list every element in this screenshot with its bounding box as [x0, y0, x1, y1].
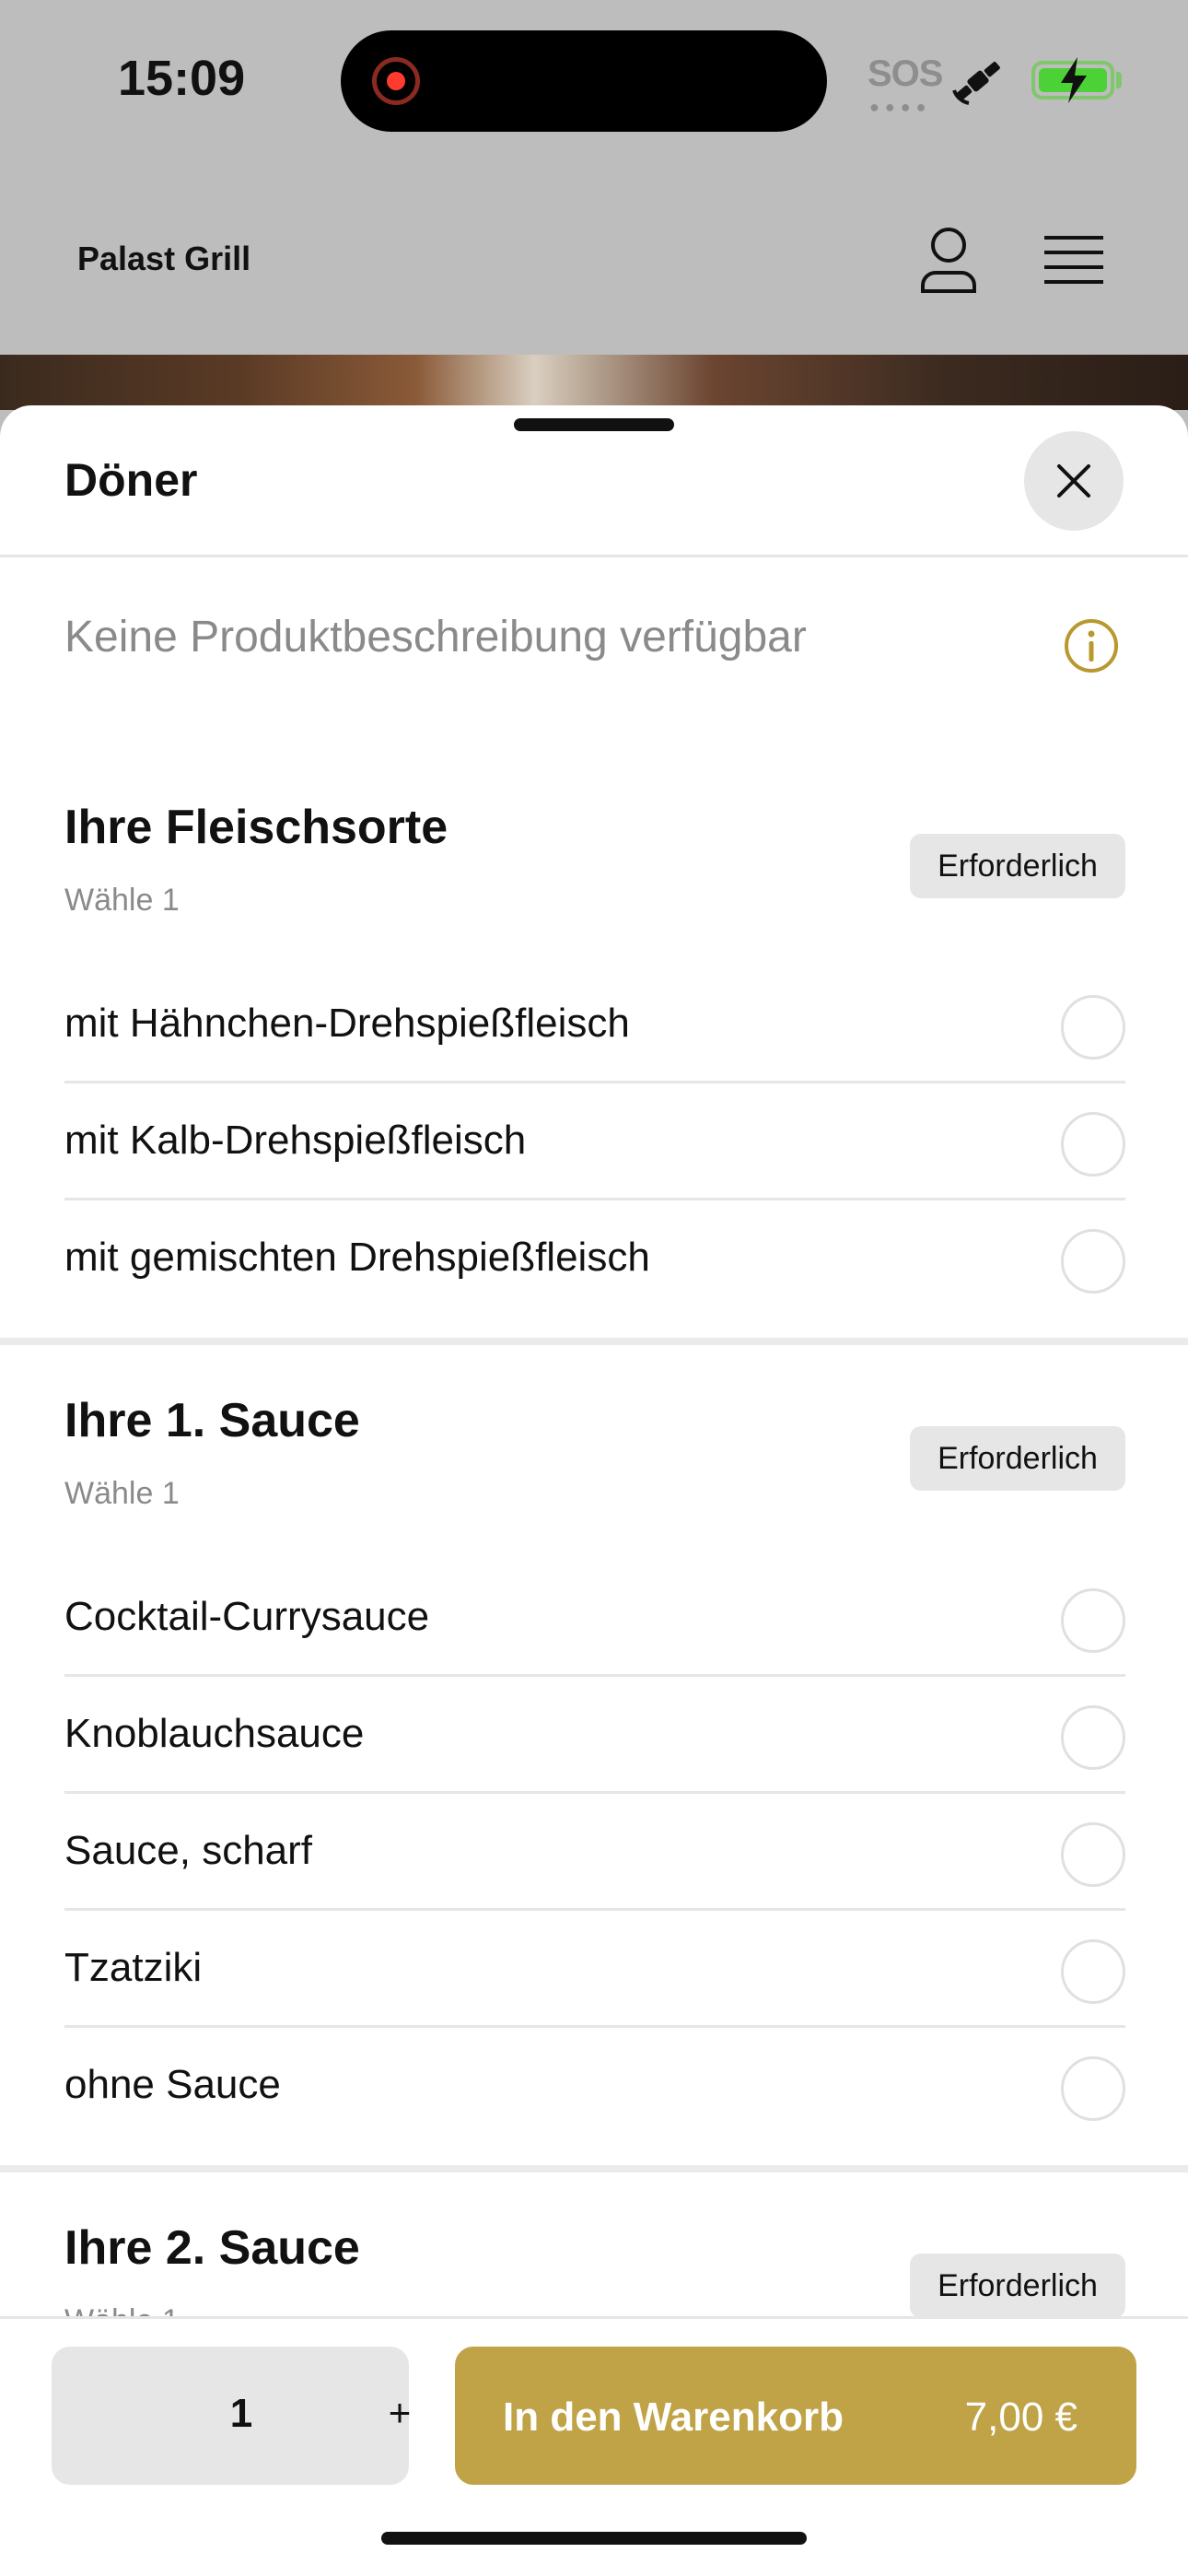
divider	[64, 1081, 1125, 1083]
product-title: Döner	[64, 454, 198, 506]
satellite-icon	[952, 61, 1000, 105]
option-row[interactable]: mit gemischten Drehspießfleisch	[64, 1201, 1125, 1317]
brand-name[interactable]: Palast Grill	[77, 240, 250, 278]
option-label: Knoblauchsauce	[64, 1711, 365, 1756]
app-header: Palast Grill	[0, 166, 1188, 355]
option-row[interactable]: Cocktail-Currysauce	[64, 1561, 1125, 1677]
sos-indicator: SOS	[868, 53, 943, 94]
option-label: mit Hähnchen-Drehspießfleisch	[64, 1001, 630, 1046]
user-icon[interactable]	[917, 225, 980, 295]
close-icon	[1057, 464, 1090, 498]
radio-button[interactable]	[1061, 1112, 1125, 1177]
divider	[64, 1198, 1125, 1200]
option-label: Sauce, scharf	[64, 1828, 313, 1873]
home-indicator[interactable]	[381, 2532, 807, 2545]
option-row[interactable]: Tzatziki	[64, 1912, 1125, 2028]
radio-button[interactable]	[1061, 995, 1125, 1060]
required-badge: Erforderlich	[910, 834, 1125, 898]
divider	[64, 1674, 1125, 1677]
menu-icon[interactable]	[1044, 232, 1103, 287]
status-bar: 15:09 SOS ●●●●	[0, 0, 1188, 166]
product-sheet: Döner Keine Produktbeschreibung verfügba…	[0, 405, 1188, 2576]
radio-button[interactable]	[1061, 1229, 1125, 1294]
divider	[64, 1791, 1125, 1794]
option-row[interactable]: mit Hähnchen-Drehspießfleisch	[64, 967, 1125, 1083]
radio-button[interactable]	[1061, 2056, 1125, 2121]
hero-image	[0, 355, 1188, 410]
required-badge: Erforderlich	[910, 1426, 1125, 1491]
group-subtitle: Wähle 1	[64, 883, 180, 918]
price-label: 7,00 €	[964, 2395, 1077, 2440]
battery-tip	[1116, 72, 1122, 88]
radio-button[interactable]	[1061, 1822, 1125, 1887]
option-row[interactable]: mit Kalb-Drehspießfleisch	[64, 1084, 1125, 1200]
option-label: Cocktail-Currysauce	[64, 1594, 430, 1639]
divider	[64, 2025, 1125, 2028]
info-icon[interactable]	[1063, 617, 1120, 674]
group-subtitle: Wähle 1	[64, 1476, 180, 1511]
option-label: ohne Sauce	[64, 2062, 281, 2107]
option-row[interactable]: Knoblauchsauce	[64, 1678, 1125, 1794]
close-button[interactable]	[1024, 431, 1124, 531]
radio-button[interactable]	[1061, 1705, 1125, 1770]
group-title-sauce-1: Ihre 1. Sauce	[64, 1394, 360, 1447]
radio-button[interactable]	[1061, 1939, 1125, 2004]
divider	[0, 555, 1188, 557]
option-row[interactable]: Sauce, scharf	[64, 1795, 1125, 1911]
add-to-cart-button[interactable]: In den Warenkorb 7,00 €	[455, 2347, 1136, 2485]
charging-bolt-icon	[1061, 57, 1087, 103]
sheet-grabber[interactable]	[514, 418, 674, 431]
option-row[interactable]: ohne Sauce	[64, 2029, 1125, 2145]
option-label: mit gemischten Drehspießfleisch	[64, 1235, 650, 1280]
quantity-stepper[interactable]: 1 +	[52, 2347, 411, 2485]
section-separator	[0, 1338, 1188, 1345]
section-separator	[0, 2165, 1188, 2172]
required-badge: Erforderlich	[910, 2254, 1125, 2318]
option-label: Tzatziki	[64, 1945, 203, 1990]
quantity-value: 1	[229, 2391, 253, 2436]
option-label: mit Kalb-Drehspießfleisch	[64, 1118, 527, 1163]
group-title-meat: Ihre Fleischsorte	[64, 801, 448, 854]
signal-dots-icon: ●●●●	[869, 98, 932, 116]
product-description: Keine Produktbeschreibung verfügbar	[64, 613, 807, 662]
group-title-sauce-2: Ihre 2. Sauce	[64, 2221, 360, 2275]
screen-recording-icon	[372, 57, 420, 105]
increment-button[interactable]: +	[372, 2385, 427, 2441]
add-to-cart-label: In den Warenkorb	[503, 2395, 844, 2440]
status-time: 15:09	[118, 51, 246, 106]
divider	[64, 1908, 1125, 1911]
radio-button[interactable]	[1061, 1588, 1125, 1653]
